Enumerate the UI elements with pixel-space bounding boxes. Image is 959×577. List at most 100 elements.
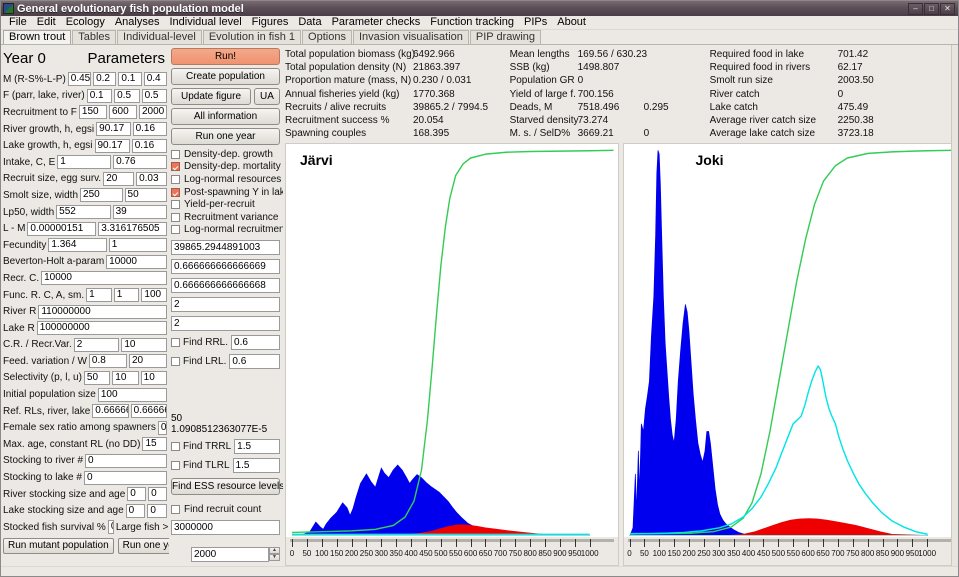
find-rrl-field[interactable]: 0.6 <box>231 335 280 351</box>
parameter-field[interactable]: 50 <box>83 370 111 385</box>
find-lrl-checkbox[interactable] <box>171 357 180 367</box>
parameter-field[interactable]: 100000000 <box>36 321 167 336</box>
tab-tables[interactable]: Tables <box>72 30 117 44</box>
create-population-button[interactable]: Create population <box>171 68 280 85</box>
parameter-field[interactable]: 10 <box>112 370 139 385</box>
ua-button[interactable]: UA <box>254 88 280 105</box>
parameter-field[interactable]: 2 <box>73 337 120 352</box>
parameter-field[interactable]: 0.2 <box>93 72 117 87</box>
recruit-count-field[interactable]: 3000000 <box>171 519 280 535</box>
tab-pip-drawing[interactable]: PIP drawing <box>469 30 542 44</box>
parameter-field[interactable]: 0.666666 <box>92 404 129 419</box>
parameter-field[interactable]: 110000000 <box>38 304 167 319</box>
find-tlrl-checkbox[interactable] <box>171 461 180 471</box>
all-information-button[interactable]: All information <box>171 108 280 125</box>
parameter-field[interactable]: 0.666666 <box>130 404 168 419</box>
parameter-field[interactable]: 0.16 <box>132 122 167 137</box>
vertical-scrollbar[interactable] <box>951 45 958 566</box>
find-trrl-checkbox[interactable] <box>171 442 180 452</box>
parameter-field[interactable]: 1 <box>108 238 168 253</box>
parameter-field[interactable]: 10000 <box>106 254 167 269</box>
chart-joki[interactable]: Joki 0 50 100 150 200 250 300 350 400 450 500 550 60… <box>622 143 956 566</box>
parameter-field[interactable]: 0.1 <box>86 88 113 103</box>
parameter-field[interactable]: 0 <box>127 487 147 502</box>
spinner-buttons[interactable]: ▲ ▼ <box>269 547 280 562</box>
tab-individual-level[interactable]: Individual-level <box>117 30 202 44</box>
parameter-field[interactable]: 0.03 <box>136 171 167 186</box>
maximize-icon[interactable]: □ <box>924 2 939 15</box>
parameter-field[interactable]: 90.17 <box>94 138 130 153</box>
run-button[interactable]: Run! <box>171 48 280 65</box>
menu-item-about[interactable]: About <box>552 16 591 29</box>
find-trrl-field[interactable]: 1.5 <box>234 439 280 455</box>
parameter-field[interactable]: 2000 <box>138 105 168 120</box>
parameter-field[interactable]: 100 <box>141 288 168 303</box>
menu-item-analyses[interactable]: Analyses <box>110 16 165 29</box>
parameter-field[interactable]: 3.316176505 <box>98 221 168 236</box>
parameter-field[interactable]: 90.17 <box>96 122 131 137</box>
parameter-field[interactable]: 250 <box>80 188 123 203</box>
menu-item-edit[interactable]: Edit <box>32 16 61 29</box>
find-tlrl-field[interactable]: 1.5 <box>232 458 280 474</box>
parameter-field[interactable]: 1 <box>86 288 112 303</box>
parameter-field[interactable]: 0.5 <box>141 88 167 103</box>
parameter-field[interactable]: 1 <box>113 288 140 303</box>
menu-item-individual-level[interactable]: Individual level <box>164 16 246 29</box>
menu-item-parameter-checks[interactable]: Parameter checks <box>327 16 426 29</box>
parameter-field[interactable]: 100 <box>97 387 167 402</box>
parameter-field[interactable]: 0.76 <box>113 155 167 170</box>
close-icon[interactable]: ✕ <box>940 2 955 15</box>
menu-item-ecology[interactable]: Ecology <box>61 16 110 29</box>
minimize-icon[interactable]: – <box>908 2 923 15</box>
parameter-field[interactable]: 20 <box>103 171 135 186</box>
control-value-field[interactable]: 2 <box>171 316 280 332</box>
run-one-year-button[interactable]: Run one year <box>171 128 280 145</box>
checkbox-yield-per-recruit[interactable] <box>171 200 180 210</box>
spinner-up-icon[interactable]: ▲ <box>269 547 280 555</box>
update-figure-button[interactable]: Update figure <box>171 88 251 105</box>
parameter-field[interactable]: 0 <box>83 470 167 485</box>
parameter-field[interactable]: 0.1 <box>118 72 142 87</box>
chart-jarvi[interactable]: Järvi 0 50 100 150 200 250 300 350 400 450 500 550 6… <box>285 143 619 566</box>
parameter-field[interactable]: 0 <box>125 503 146 518</box>
parameter-field[interactable]: 600 <box>108 105 137 120</box>
menu-item-function-tracking[interactable]: Function tracking <box>425 16 519 29</box>
find-lrl-field[interactable]: 0.6 <box>229 354 280 370</box>
checkbox-density-dep-growth[interactable] <box>171 149 180 159</box>
tab-options[interactable]: Options <box>302 30 352 44</box>
parameter-field[interactable]: 0.00000151 <box>27 221 97 236</box>
parameter-field[interactable]: 10 <box>121 337 168 352</box>
parameter-field[interactable]: 0 <box>147 503 168 518</box>
spinner-field[interactable]: 2000 <box>191 546 269 562</box>
parameter-field[interactable]: 0.4 <box>143 72 168 87</box>
checkbox-log-normal-recruitment[interactable] <box>171 225 180 235</box>
tab-evolution-in-fish-1[interactable]: Evolution in fish 1 <box>202 30 302 44</box>
checkbox-recruitment-variance[interactable] <box>171 212 180 222</box>
parameter-field[interactable]: 20 <box>128 354 168 369</box>
spinner-down-icon[interactable]: ▼ <box>269 554 280 562</box>
parameter-field[interactable]: 150 <box>78 105 107 120</box>
checkbox-density-dep-mortality[interactable] <box>171 162 180 172</box>
parameter-field[interactable]: 39 <box>112 205 167 220</box>
parameter-field[interactable]: 10 <box>140 370 167 385</box>
parameter-field[interactable]: 15 <box>142 437 167 452</box>
find-ess-resource-levels-button[interactable]: Find ESS resource levels <box>171 478 284 496</box>
menu-item-data[interactable]: Data <box>293 16 326 29</box>
spinner-control[interactable]: 2000 ▲ ▼ <box>191 546 280 562</box>
menu-item-pips[interactable]: PIPs <box>519 16 552 29</box>
menu-item-figures[interactable]: Figures <box>247 16 294 29</box>
parameter-field[interactable]: 0.5 <box>114 88 140 103</box>
parameter-field[interactable]: 0.16 <box>131 138 167 153</box>
find-rrl-checkbox[interactable] <box>171 338 180 348</box>
control-value-field[interactable]: 39865.2944891003 <box>171 240 280 256</box>
parameter-field[interactable]: 50 <box>124 188 167 203</box>
find-recruit-count-checkbox[interactable] <box>171 504 180 514</box>
parameter-field[interactable]: 10000 <box>41 271 167 286</box>
stocked-survival-field[interactable]: 0 <box>107 520 114 535</box>
parameter-field[interactable]: 552 <box>56 205 111 220</box>
tab-invasion-visualisation[interactable]: Invasion visualisation <box>352 30 469 44</box>
run-mutant-population-button[interactable]: Run mutant population <box>3 537 114 554</box>
control-value-field[interactable]: 0.666666666666669 <box>171 259 280 275</box>
menu-item-file[interactable]: File <box>4 16 32 29</box>
parameter-field[interactable]: 0 <box>148 487 168 502</box>
